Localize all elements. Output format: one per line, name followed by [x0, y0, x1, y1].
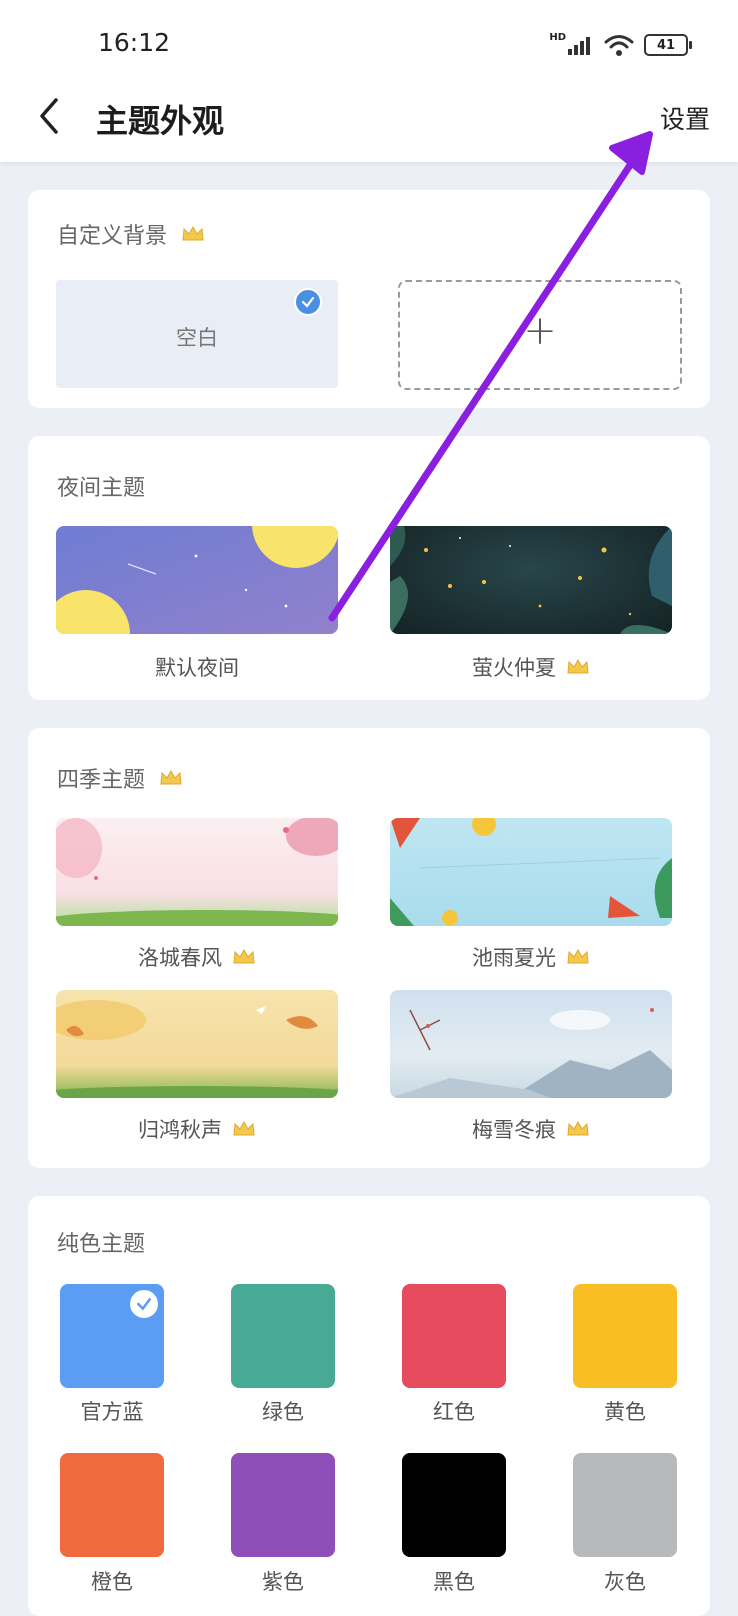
- hd-badge: HD: [549, 31, 566, 43]
- crown-icon: [160, 769, 182, 785]
- swatch-gray[interactable]: [573, 1453, 677, 1557]
- blank-background-label: 空白: [176, 326, 218, 350]
- swatch-orange[interactable]: [60, 1453, 164, 1557]
- theme-luocheng-spring-label: 洛城春风: [56, 942, 338, 972]
- swatch-label: 橙色: [91, 1570, 133, 1594]
- four-seasons-card: 四季主题 洛城春风 池雨夏光 归鸿秋声 梅雪冬痕: [28, 728, 710, 1168]
- custom-background-card: 自定义背景 空白 +: [28, 190, 710, 408]
- swatch-yellow[interactable]: [573, 1284, 677, 1388]
- swatch-label: 紫色: [262, 1570, 304, 1594]
- theme-chiyu-summer[interactable]: [390, 818, 672, 926]
- theme-luocheng-spring[interactable]: [56, 818, 338, 926]
- crown-icon: [233, 1120, 255, 1136]
- four-seasons-title-text: 四季主题: [57, 768, 146, 793]
- night-theme-title: 夜间主题: [57, 470, 145, 502]
- status-bar: 16:12 HD 41: [0, 0, 738, 80]
- settings-button[interactable]: 设置: [660, 100, 710, 136]
- plus-icon: +: [523, 308, 557, 354]
- theme-guihong-autumn[interactable]: [56, 990, 338, 1098]
- theme-chiyu-summer-label: 池雨夏光: [390, 942, 672, 972]
- solid-color-card: 纯色主题 官方蓝 绿色 红色 黄色 橙色 紫色 黑色 灰色: [28, 1196, 710, 1616]
- wifi-icon: [604, 35, 634, 56]
- night-theme-card: 夜间主题 默认夜间 萤火仲夏: [28, 436, 710, 700]
- crown-icon: [233, 948, 255, 964]
- swatch-purple[interactable]: [231, 1453, 335, 1557]
- theme-firefly-summer[interactable]: [390, 526, 672, 634]
- theme-meixue-winter[interactable]: [390, 990, 672, 1098]
- blank-background-option[interactable]: 空白: [56, 280, 338, 388]
- swatch-label: 红色: [433, 1400, 475, 1424]
- crown-icon: [567, 948, 589, 964]
- theme-firefly-summer-label-text: 萤火仲夏: [472, 656, 556, 680]
- custom-background-title-text: 自定义背景: [57, 224, 168, 249]
- swatch-official-blue[interactable]: [60, 1284, 164, 1388]
- custom-background-title: 自定义背景: [57, 218, 205, 250]
- swatch-black[interactable]: [402, 1453, 506, 1557]
- signal-icon: [568, 37, 590, 55]
- summer-illustration: [390, 818, 672, 926]
- add-background-button[interactable]: +: [398, 280, 682, 390]
- winter-illustration: [390, 1008, 672, 1098]
- theme-firefly-summer-label: 萤火仲夏: [390, 652, 672, 682]
- crown-icon: [567, 1120, 589, 1136]
- page-title: 主题外观: [96, 102, 225, 140]
- theme-meixue-winter-label: 梅雪冬痕: [390, 1114, 672, 1144]
- theme-default-night[interactable]: [56, 526, 338, 634]
- solid-color-title: 纯色主题: [57, 1226, 145, 1258]
- four-seasons-title: 四季主题: [57, 762, 183, 794]
- status-time: 16:12: [98, 28, 171, 57]
- night-theme-title-text: 夜间主题: [57, 476, 146, 501]
- spring-illustration: [56, 818, 338, 926]
- status-icons: HD 41: [549, 30, 692, 60]
- theme-default-night-label: 默认夜间: [56, 652, 338, 682]
- swatch-label: 黄色: [604, 1400, 646, 1424]
- swatch-label: 灰色: [604, 1570, 646, 1594]
- selected-check-icon: [294, 288, 322, 316]
- night-moon-illustration: [56, 526, 338, 634]
- theme-chiyu-summer-label-text: 池雨夏光: [472, 946, 556, 970]
- top-nav-bar: 主题外观 设置: [0, 80, 738, 162]
- theme-luocheng-spring-label-text: 洛城春风: [138, 946, 222, 970]
- crown-icon: [182, 225, 204, 241]
- battery-indicator: 41: [644, 34, 692, 56]
- crown-icon: [567, 658, 589, 674]
- solid-color-title-text: 纯色主题: [57, 1232, 146, 1257]
- theme-default-night-label-text: 默认夜间: [155, 656, 239, 680]
- swatch-label: 黑色: [433, 1570, 475, 1594]
- theme-meixue-winter-label-text: 梅雪冬痕: [472, 1118, 556, 1142]
- selected-check-icon: [130, 1290, 158, 1318]
- theme-guihong-autumn-label-text: 归鸿秋声: [138, 1118, 222, 1142]
- swatch-red[interactable]: [402, 1284, 506, 1388]
- swatch-label: 官方蓝: [80, 1400, 144, 1424]
- swatch-label: 绿色: [262, 1400, 304, 1424]
- autumn-illustration: [56, 1000, 338, 1098]
- back-arrow-icon[interactable]: [34, 96, 74, 136]
- theme-guihong-autumn-label: 归鸿秋声: [56, 1114, 338, 1144]
- firefly-illustration: [390, 526, 672, 634]
- swatch-green[interactable]: [231, 1284, 335, 1388]
